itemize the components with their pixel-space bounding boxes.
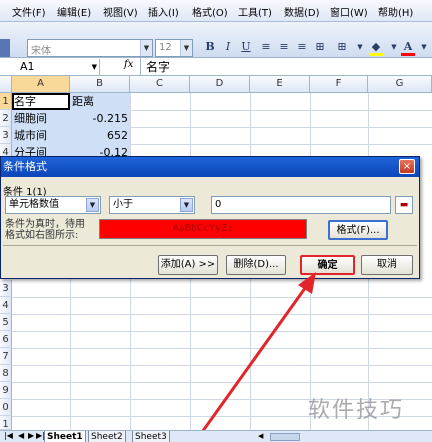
first-sheet-icon[interactable]: |◀ bbox=[4, 431, 13, 440]
sheet-tab[interactable]: Sheet3 bbox=[132, 431, 170, 442]
horizontal-scrollbar-thumb[interactable] bbox=[270, 433, 300, 441]
next-sheet-icon[interactable]: ▶ bbox=[28, 431, 34, 440]
annotation-arrow-icon bbox=[193, 272, 316, 442]
scroll-left-icon[interactable]: ◀ bbox=[258, 432, 266, 441]
excel-window: 文件(F) 编辑(E) 视图(V) 插入(I) 格式(O) 工具(T) 数据(D… bbox=[0, 0, 432, 442]
prev-sheet-icon[interactable]: ◀ bbox=[18, 431, 24, 440]
watermark: 软件技巧 bbox=[308, 398, 405, 423]
sheet-tab[interactable]: Sheet1 bbox=[44, 431, 86, 442]
sheet-tab[interactable]: Sheet2 bbox=[88, 431, 126, 442]
sheet-tab-bar: |◀ ◀ ▶ ▶| Sheet1 Sheet2 Sheet3 ◀ bbox=[0, 430, 432, 442]
